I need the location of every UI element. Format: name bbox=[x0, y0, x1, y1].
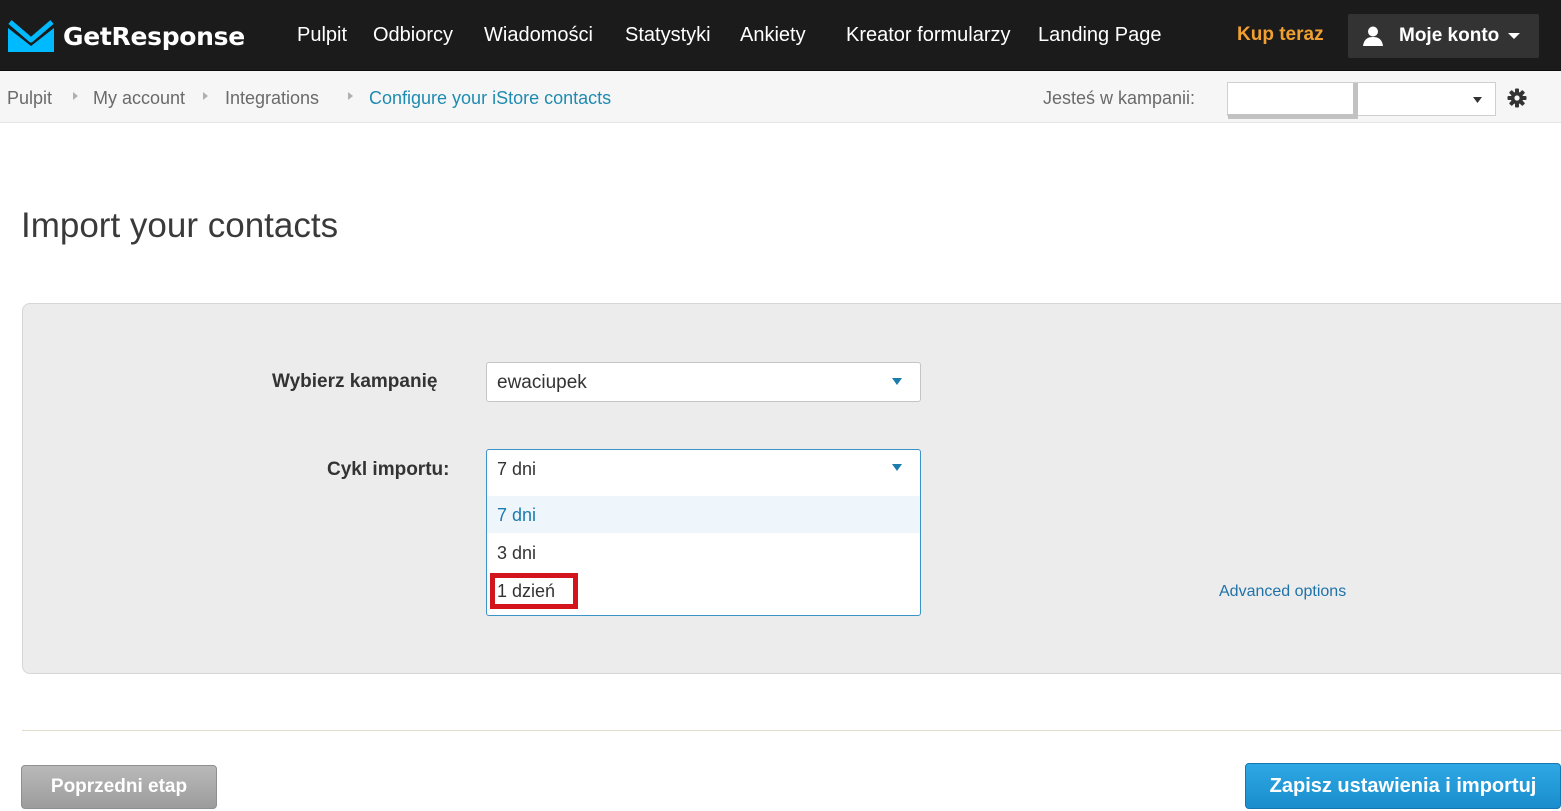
breadcrumb-separator-icon bbox=[348, 92, 353, 100]
breadcrumb-item-pulpit[interactable]: Pulpit bbox=[7, 88, 52, 109]
breadcrumb-separator-icon bbox=[203, 92, 208, 100]
brand-name: GetResponse bbox=[63, 21, 245, 51]
import-cycle-option-label: 7 dni bbox=[497, 505, 537, 525]
nav-item-pulpit[interactable]: Pulpit bbox=[297, 24, 347, 47]
nav-item-ankiety[interactable]: Ankiety bbox=[740, 24, 806, 47]
import-cycle-select-value: 7 dni bbox=[497, 459, 537, 479]
nav-item-statystyki[interactable]: Statystyki bbox=[625, 24, 711, 47]
nav-item-odbiorcy[interactable]: Odbiorcy bbox=[373, 24, 453, 47]
import-cycle-select[interactable]: 7 dni bbox=[487, 450, 920, 495]
advanced-options-link[interactable]: Advanced options bbox=[1219, 583, 1346, 601]
page-title: Import your contacts bbox=[21, 206, 339, 245]
nav-item-kreator-formularzy[interactable]: Kreator formularzy bbox=[846, 24, 1011, 47]
user-icon bbox=[1363, 26, 1383, 46]
chevron-down-icon bbox=[1508, 33, 1521, 39]
chevron-down-icon bbox=[892, 378, 902, 385]
nav-item-wiadomosci[interactable]: Wiadomości bbox=[484, 24, 593, 47]
import-cycle-field-label: Cykl importu: bbox=[327, 459, 450, 480]
brand-logo[interactable]: GetResponse bbox=[8, 19, 245, 53]
import-cycle-option-label: 3 dni bbox=[497, 543, 537, 563]
nav-item-landing-page[interactable]: Landing Page bbox=[1038, 24, 1161, 47]
chevron-down-icon bbox=[1473, 97, 1482, 103]
import-cycle-option[interactable]: 3 dni bbox=[487, 534, 920, 571]
breadcrumb-item-integrations[interactable]: Integrations bbox=[225, 88, 319, 109]
account-menu-label: Moje konto bbox=[1399, 25, 1500, 46]
breadcrumb-separator-icon bbox=[73, 92, 78, 100]
save-and-import-button[interactable]: Zapisz ustawienia i importuj bbox=[1245, 763, 1561, 809]
top-navbar: GetResponse Pulpit Odbiorcy Wiadomości S… bbox=[0, 0, 1561, 71]
envelope-logo-icon bbox=[8, 20, 54, 52]
chevron-down-icon bbox=[892, 464, 902, 471]
breadcrumb-item-my-account[interactable]: My account bbox=[93, 88, 185, 109]
import-cycle-option[interactable]: 7 dni bbox=[487, 496, 920, 533]
current-campaign-label: Jesteś w kampanii: bbox=[1043, 88, 1196, 108]
account-menu-button[interactable]: Moje konto bbox=[1348, 14, 1539, 58]
redacted-campaign-name bbox=[1228, 83, 1358, 119]
gear-icon[interactable] bbox=[1507, 88, 1527, 108]
breadcrumb-item-current: Configure your iStore contacts bbox=[369, 88, 612, 108]
campaign-select[interactable]: ewaciupek bbox=[486, 362, 921, 402]
buy-now-link[interactable]: Kup teraz bbox=[1237, 24, 1324, 46]
campaign-field-label: Wybierz kampanię bbox=[272, 371, 438, 392]
previous-step-button[interactable]: Poprzedni etap bbox=[21, 765, 217, 809]
campaign-select-value: ewaciupek bbox=[497, 372, 587, 393]
section-divider bbox=[22, 730, 1561, 731]
annotation-highlight-box bbox=[490, 573, 578, 609]
